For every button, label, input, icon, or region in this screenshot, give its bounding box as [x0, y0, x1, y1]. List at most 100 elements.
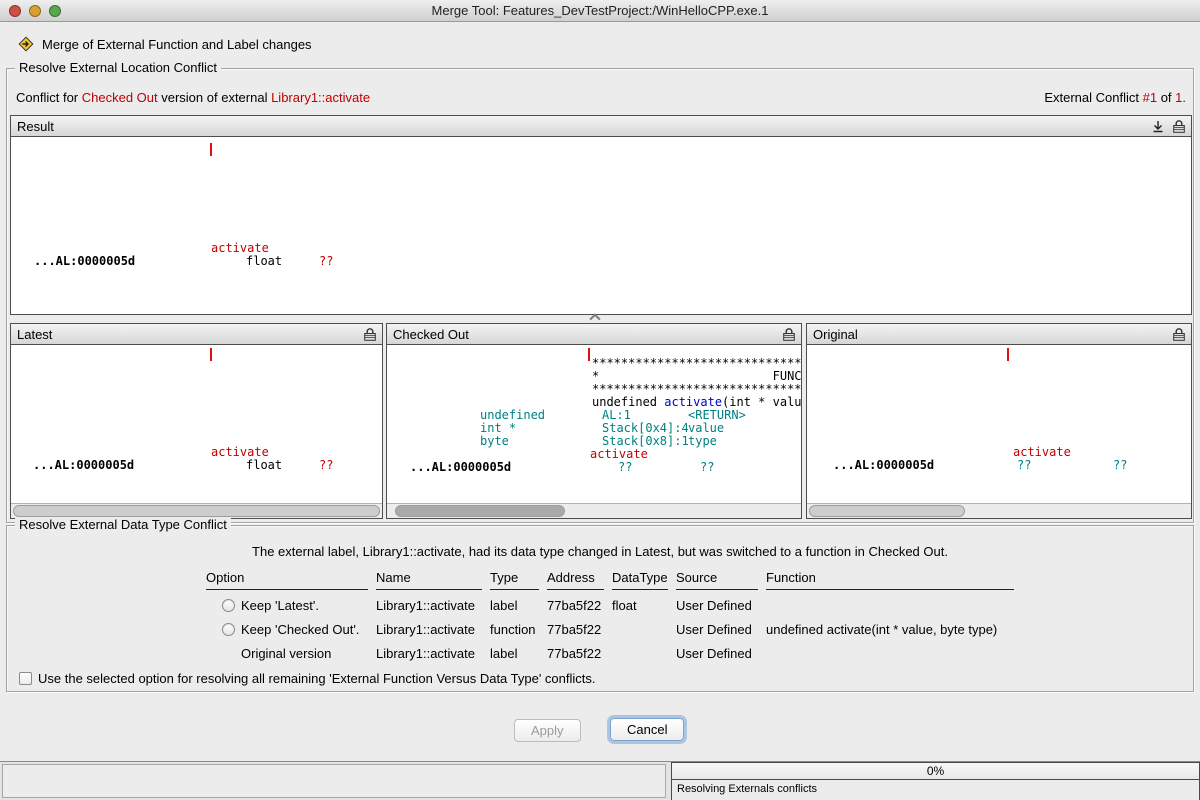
- merge-icon: [18, 36, 34, 52]
- progress-area: 0% Resolving Externals conflicts: [671, 762, 1200, 800]
- cell-name: Library1::activate: [376, 592, 490, 613]
- checked-out-panel-header: Checked Out: [387, 324, 801, 345]
- conflict-prefix: Conflict for: [16, 90, 82, 105]
- cell-function: [766, 599, 1022, 605]
- listing-value: ??: [1017, 459, 1031, 472]
- use-for-all-option[interactable]: Use the selected option for resolving al…: [19, 671, 596, 686]
- result-panel-title: Result: [17, 119, 54, 134]
- param-type: byte: [480, 435, 509, 448]
- cell-source: User Defined: [676, 592, 766, 613]
- cell-type: function: [490, 616, 547, 637]
- progress-bar: 0%: [672, 763, 1199, 780]
- conflict-description: Conflict for Checked Out version of exte…: [16, 90, 370, 105]
- window-title: Merge Tool: Features_DevTestProject:/Win…: [432, 3, 769, 18]
- listing-address: ...AL:0000005d: [33, 459, 134, 472]
- conflict-counter: External Conflict #1 of 1.: [1044, 90, 1186, 105]
- signature-return-type: undefined: [592, 395, 664, 409]
- close-button[interactable]: [9, 5, 21, 17]
- lock-icon[interactable]: [1173, 327, 1185, 341]
- original-panel: Original activate ...AL:0000005d ?? ??: [806, 323, 1192, 519]
- cancel-button[interactable]: Cancel: [610, 718, 684, 741]
- titlebar: Merge Tool: Features_DevTestProject:/Win…: [0, 0, 1200, 22]
- cell-function: [766, 647, 1022, 653]
- horizontal-scrollbar[interactable]: [387, 503, 801, 518]
- listing-datatype: float: [246, 459, 282, 472]
- counter-middle: of: [1157, 90, 1175, 105]
- listing-value: ??: [700, 461, 714, 474]
- conflict-version: Checked Out: [82, 90, 158, 105]
- listing-value: ??: [319, 255, 333, 268]
- minimize-button[interactable]: [29, 5, 41, 17]
- option-keep-latest[interactable]: Keep 'Latest'.: [206, 592, 376, 613]
- listing-cursor: [588, 348, 590, 361]
- counter-number: #1: [1143, 90, 1157, 105]
- latest-panel-header: Latest: [11, 324, 382, 345]
- zoom-button[interactable]: [49, 5, 61, 17]
- scrollbar-thumb[interactable]: [809, 505, 965, 517]
- option-label: Keep 'Latest'.: [241, 598, 319, 613]
- column-header-option: Option: [206, 570, 368, 590]
- latest-panel-title: Latest: [17, 327, 52, 342]
- original-listing[interactable]: activate ...AL:0000005d ?? ??: [807, 345, 1191, 503]
- listing-address: ...AL:0000005d: [410, 461, 511, 474]
- scrollbar-thumb[interactable]: [395, 505, 565, 517]
- cell-address: 77ba5f22: [547, 640, 612, 661]
- lock-icon[interactable]: [364, 327, 376, 341]
- dialog-header: Merge of External Function and Label cha…: [18, 36, 312, 52]
- cell-address: 77ba5f22: [547, 616, 612, 637]
- status-message-field: [2, 764, 666, 798]
- latest-listing[interactable]: activate ...AL:0000005d float ??: [11, 345, 382, 503]
- cell-datatype: [612, 623, 676, 629]
- checked-out-listing[interactable]: ****************************************…: [387, 345, 801, 503]
- listing-cursor: [210, 348, 212, 361]
- cell-address: 77ba5f22: [547, 592, 612, 613]
- listing-address: ...AL:0000005d: [833, 459, 934, 472]
- horizontal-scrollbar[interactable]: [11, 503, 382, 518]
- status-bar: 0% Resolving Externals conflicts: [0, 761, 1200, 800]
- horizontal-scrollbar[interactable]: [807, 503, 1191, 518]
- location-conflict-group-title: Resolve External Location Conflict: [15, 60, 221, 75]
- merge-tool-window: Merge Tool: Features_DevTestProject:/Win…: [0, 0, 1200, 800]
- lock-icon[interactable]: [783, 327, 795, 341]
- cell-name: Library1::activate: [376, 640, 490, 661]
- use-for-all-label: Use the selected option for resolving al…: [38, 671, 596, 686]
- param-name: type: [688, 435, 717, 448]
- scrollbar-thumb[interactable]: [13, 505, 380, 517]
- result-panel: Result activate ...AL:0000005d float ??: [10, 115, 1192, 315]
- lock-icon[interactable]: [1173, 119, 1185, 133]
- cell-datatype: float: [612, 592, 676, 613]
- radio-keep-latest[interactable]: [222, 599, 235, 612]
- apply-button[interactable]: Apply: [514, 719, 581, 742]
- counter-total: 1.: [1175, 90, 1186, 105]
- column-header-source: Source: [676, 570, 758, 590]
- listing-datatype: float: [246, 255, 282, 268]
- goto-icon[interactable]: [1152, 120, 1164, 133]
- result-listing[interactable]: activate ...AL:0000005d float ??: [11, 137, 1191, 314]
- dialog-title: Merge of External Function and Label cha…: [42, 37, 312, 52]
- result-panel-header: Result: [11, 116, 1191, 137]
- column-header-address: Address: [547, 570, 604, 590]
- use-for-all-checkbox[interactable]: [19, 672, 32, 685]
- listing-cursor: [210, 143, 212, 156]
- cell-function: undefined activate(int * value, byte typ…: [766, 616, 1022, 637]
- latest-panel: Latest activate ...AL:0000005d float ??: [10, 323, 383, 519]
- column-header-function: Function: [766, 570, 1014, 590]
- checked-out-panel: Checked Out ****************************…: [386, 323, 802, 519]
- column-header-type: Type: [490, 570, 539, 590]
- listing-value: ??: [618, 461, 632, 474]
- listing-value: ??: [1113, 459, 1127, 472]
- datatype-conflict-group: Resolve External Data Type Conflict The …: [6, 525, 1194, 692]
- window-controls: [9, 5, 61, 17]
- progress-task-label: Resolving Externals conflicts: [672, 780, 1199, 798]
- radio-keep-checked-out[interactable]: [222, 623, 235, 636]
- cell-type: label: [490, 592, 547, 613]
- signature-args: (int * value, byte type): [722, 395, 801, 409]
- option-label: Original version: [241, 646, 331, 661]
- cell-source: User Defined: [676, 616, 766, 637]
- cell-source: User Defined: [676, 640, 766, 661]
- option-keep-checked-out[interactable]: Keep 'Checked Out'.: [206, 616, 376, 637]
- signature-function-name: activate: [664, 395, 722, 409]
- listing-cursor: [1007, 348, 1009, 361]
- option-label: Keep 'Checked Out'.: [241, 622, 359, 637]
- listing-address: ...AL:0000005d: [34, 255, 135, 268]
